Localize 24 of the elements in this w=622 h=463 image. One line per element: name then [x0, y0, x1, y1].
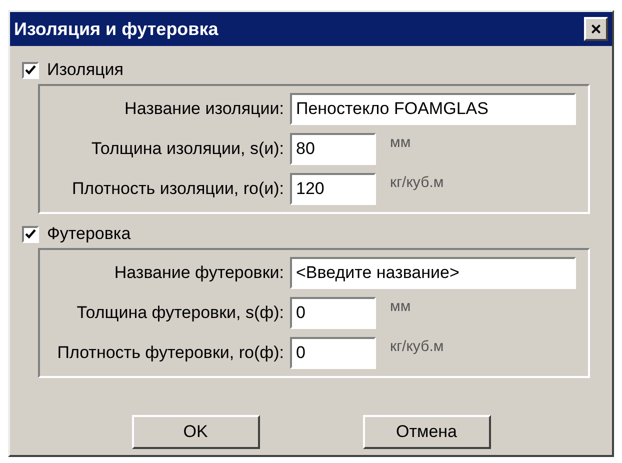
number-field[interactable]: 0 — [290, 337, 376, 369]
unit-label: кг/куб.м — [390, 337, 444, 357]
field-label: Название изоляции: — [124, 98, 285, 120]
checkbox-label: Футеровка — [47, 223, 131, 246]
field-label: Плотность футеровки, ro(ф): — [56, 342, 285, 364]
field-label: Толщина изоляции, s(и): — [90, 138, 285, 160]
dialog-button[interactable]: OK — [132, 415, 260, 449]
field-label: Название футеровки: — [113, 262, 285, 284]
number-field[interactable]: 80 — [290, 133, 376, 165]
number-field[interactable]: 120 — [290, 173, 376, 205]
unit-label: кг/куб.м — [390, 173, 444, 193]
field-label: Толщина футеровки, s(ф): — [76, 302, 285, 324]
close-button[interactable]: × — [584, 17, 608, 41]
unit-label: мм — [390, 297, 411, 317]
unit-label: мм — [390, 133, 411, 153]
name-field[interactable]: <Введите название> — [290, 257, 576, 289]
window-title: Изоляция и футеровка — [14, 18, 218, 41]
name-field[interactable]: Пеностекло FOAMGLAS — [290, 93, 576, 125]
checkbox-label: Изоляция — [47, 59, 124, 82]
dialog-button[interactable]: Отмена — [362, 415, 490, 449]
checkbox[interactable] — [22, 62, 39, 78]
field-label: Плотность изоляции, ro(и): — [70, 178, 285, 200]
checkbox[interactable] — [22, 226, 39, 242]
number-field[interactable]: 0 — [290, 297, 376, 329]
